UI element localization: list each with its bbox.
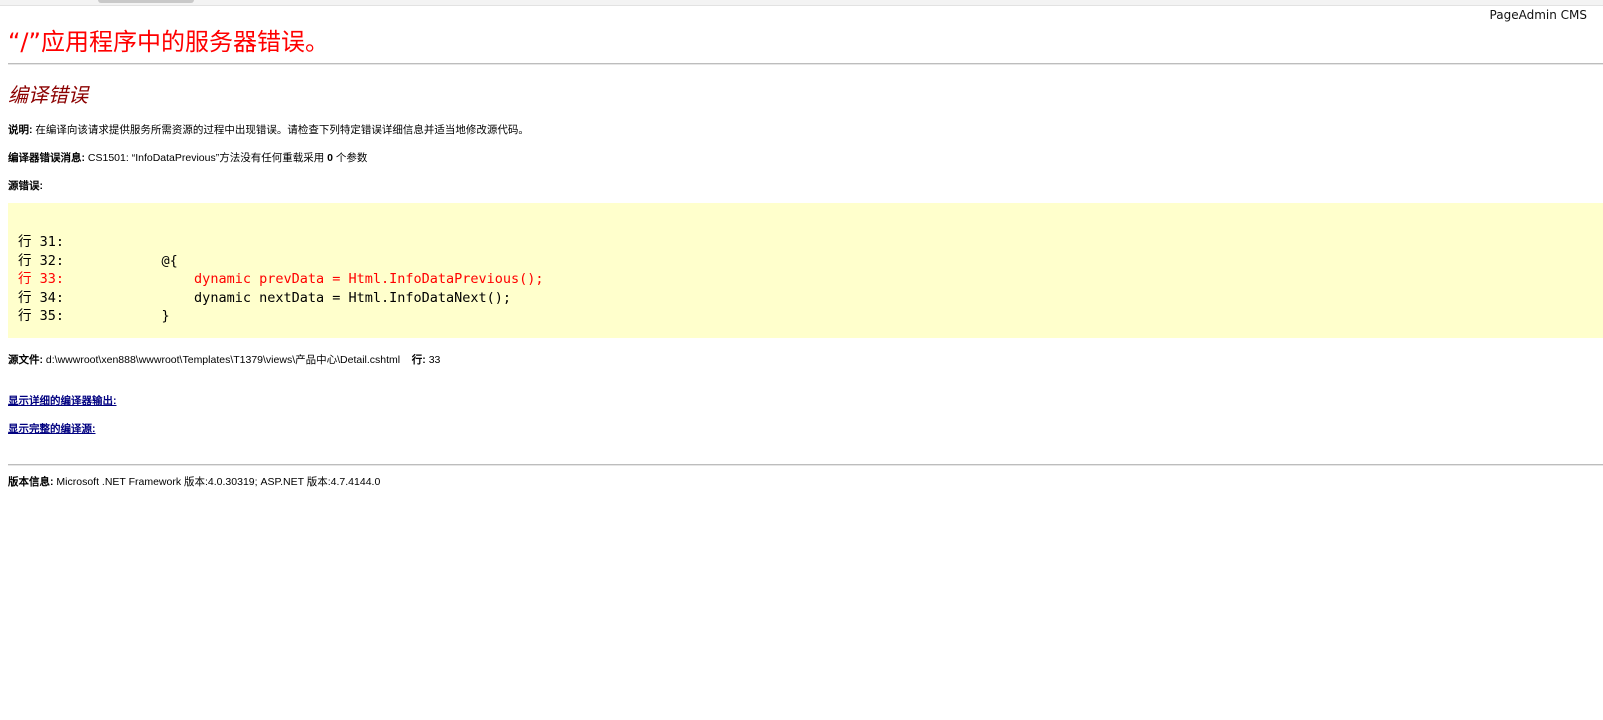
code-line-34: 行 34: dynamic nextData = Html.InfoDataNe… [18, 289, 512, 306]
source-error-label: 源错误: [8, 180, 43, 192]
source-file-label: 源文件: [8, 354, 43, 366]
version-label: 版本信息: [8, 476, 54, 488]
description-label: 说明: [8, 124, 33, 136]
show-compiler-output-link[interactable]: 显示详细的编译器输出: [8, 393, 117, 408]
code-line-32: 行 32: @{ [18, 252, 178, 269]
brand-label: PageAdmin CMS [1489, 8, 1587, 22]
source-code-block: 行 31: 行 32: @{ 行 33: dynamic prevData = Ht… [8, 203, 1603, 338]
compiler-message-label: 编译器错误消息: [8, 152, 85, 164]
browser-tab[interactable] [98, 0, 194, 3]
description-line: 说明: 在编译向该请求提供服务所需资源的过程中出现错误。请检查下列特定错误详细信… [8, 122, 529, 137]
version-text: Microsoft .NET Framework 版本:4.0.30319; A… [53, 476, 381, 488]
divider-top [8, 63, 1603, 65]
browser-top-strip [0, 0, 1603, 6]
description-text: 在编译向该请求提供服务所需资源的过程中出现错误。请检查下列特定错误详细信息并适当… [32, 124, 529, 136]
version-line: 版本信息: Microsoft .NET Framework 版本:4.0.30… [8, 474, 380, 489]
compiler-message-text: CS1501: “InfoDataPrevious”方法没有任何重载采用 [85, 152, 328, 164]
compiler-message-suffix: 个参数 [333, 152, 368, 164]
code-line-33-error: 行 33: dynamic prevData = Html.InfoDataPr… [18, 271, 544, 287]
code-line-31: 行 31: [18, 234, 65, 250]
page-title: “/”应用程序中的服务器错误。 [8, 28, 329, 56]
source-line-value: 33 [425, 354, 441, 366]
compiler-message-line: 编译器错误消息: CS1501: “InfoDataPrevious”方法没有任… [8, 150, 367, 165]
source-line-label: 行: [411, 354, 426, 366]
code-line-35: 行 35: } [18, 308, 170, 324]
source-file-path: d:\wwwroot\xen888\wwwroot\Templates\T137… [43, 354, 401, 366]
source-error-heading: 源错误: [8, 178, 43, 193]
error-subtitle: 编译错误 [8, 83, 88, 107]
source-file-line: 源文件: d:\wwwroot\xen888\wwwroot\Templates… [8, 352, 440, 367]
source-code: 行 31: 行 32: @{ 行 33: dynamic prevData = Ht… [18, 233, 544, 326]
divider-bottom [8, 464, 1603, 466]
show-compiler-source-link[interactable]: 显示完整的编译源: [8, 421, 96, 436]
